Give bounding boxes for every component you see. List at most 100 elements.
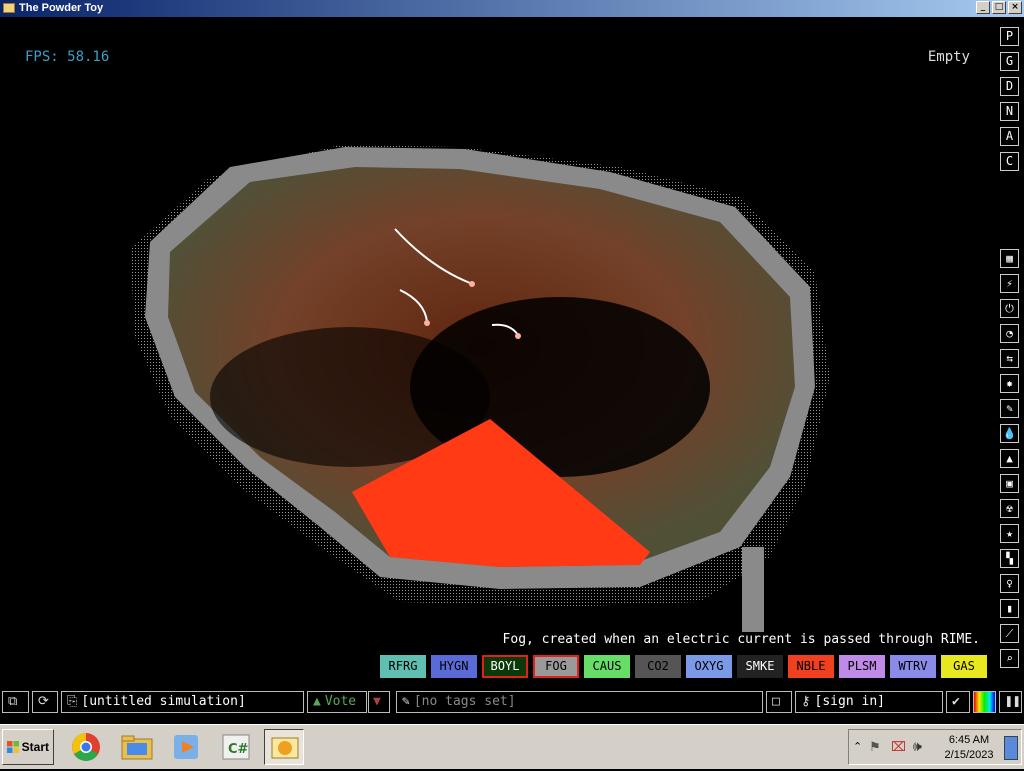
- element-button-oxyg[interactable]: OXYG: [686, 655, 732, 678]
- electronics-icon: ⚡: [1006, 277, 1013, 290]
- media-player-icon[interactable]: [166, 729, 206, 765]
- vote-label: Vote: [324, 694, 357, 709]
- search-category-button[interactable]: ⌕: [1000, 649, 1019, 668]
- element-button-plsm[interactable]: PLSM: [839, 655, 885, 678]
- fps-counter: FPS: 58.16: [25, 49, 110, 65]
- render-mode-button-g[interactable]: G: [1000, 52, 1019, 71]
- minimize-button[interactable]: _: [976, 1, 990, 14]
- element-button-nble[interactable]: NBLE: [788, 655, 834, 678]
- element-button-rfrg[interactable]: RFRG: [380, 655, 426, 678]
- powder-toy-icon[interactable]: [264, 729, 304, 765]
- app-icon: [3, 3, 15, 13]
- reload-button[interactable]: ⟳: [32, 691, 58, 713]
- start-button[interactable]: Start: [2, 729, 54, 765]
- vote-down-button[interactable]: ▼: [368, 691, 390, 713]
- sensors-category-button[interactable]: ◔: [1000, 324, 1019, 343]
- chrome-icon[interactable]: [66, 729, 106, 765]
- svg-text:C#: C#: [228, 742, 249, 757]
- special-category-button[interactable]: ★: [1000, 524, 1019, 543]
- save-icon: ⎘: [67, 694, 78, 709]
- folder-icon[interactable]: [117, 729, 157, 765]
- render-mode-button-c[interactable]: C: [1000, 152, 1019, 171]
- tags-label: [no tags set]: [413, 694, 516, 709]
- powders-icon: ▲: [1006, 452, 1013, 465]
- special-icon: ★: [1006, 527, 1013, 540]
- spark-3: [515, 333, 521, 339]
- simulation-canvas[interactable]: [0, 17, 1024, 722]
- close-button[interactable]: ×: [1008, 1, 1022, 14]
- sign-in-button[interactable]: ⚷ [sign in]: [795, 691, 943, 713]
- element-palette: RFRG HYGN BOYL FOG CAUS CO2 OXYG SMKE NBLE PLSM WT…: [380, 655, 987, 678]
- settings-button[interactable]: ✔: [946, 691, 970, 713]
- thumbs-up-icon: ▲: [313, 694, 321, 709]
- explosives-category-button[interactable]: ✸: [1000, 374, 1019, 393]
- simulation-area[interactable]: FPS: 58.16 Empty PGDNAC ▦ ⚡ ⏻ ◔ ⇆ ✸ ✎ 💧 ▲ ▣ ☢ ★ ▚ ♀ ▮ ⟋…: [0, 17, 1024, 722]
- system-tray: ⌃ ⚑ ⌧ 🕪 6:45 AM 2/15/2023: [848, 729, 1022, 765]
- start-label: Start: [21, 740, 49, 754]
- show-hidden-icons-icon[interactable]: ⌃: [853, 740, 862, 753]
- key-icon: ⚷: [801, 694, 811, 709]
- element-button-boyl[interactable]: BOYL: [482, 655, 528, 678]
- element-button-co2[interactable]: CO2: [635, 655, 681, 678]
- sensors-icon: ◔: [1006, 327, 1013, 340]
- description-text-3: is passed through RIME.: [792, 632, 980, 647]
- new-simulation-button[interactable]: □: [766, 691, 792, 713]
- category-buttons: ▦ ⚡ ⏻ ◔ ⇆ ✸ ✎ 💧 ▲ ▣ ☢ ★ ▚ ♀ ▮ ⟋ ⌕: [1000, 249, 1019, 668]
- favorites-icon: ▮: [1006, 602, 1013, 615]
- vote-up-button[interactable]: ▲ Vote: [307, 691, 367, 713]
- electronics-category-button[interactable]: ⚡: [1000, 274, 1019, 293]
- force-category-button[interactable]: ⇆: [1000, 349, 1019, 368]
- open-save-button[interactable]: ⧉: [2, 691, 29, 713]
- solids-category-button[interactable]: ▣: [1000, 474, 1019, 493]
- element-button-smke[interactable]: SMKE: [737, 655, 783, 678]
- element-button-gas[interactable]: GAS: [941, 655, 987, 678]
- element-button-wtrv[interactable]: WTRV: [890, 655, 936, 678]
- maximize-button[interactable]: □: [992, 1, 1006, 14]
- drain-pipe: [742, 547, 764, 632]
- windows-taskbar: Start C# ⌃ ⚑ ⌧ 🕪 6:45 AM 2/15/2023: [0, 724, 1024, 769]
- save-name-button[interactable]: ⎘ [untitled simulation]: [61, 691, 304, 713]
- bottom-bar: ⧉ ⟳ ⎘ [untitled simulation] ▲ Vote ▼ ✎ [no …: [0, 689, 1024, 715]
- clock-date: 2/15/2023: [944, 749, 994, 761]
- radioactive-category-button[interactable]: ☢: [1000, 499, 1019, 518]
- action-center-icon[interactable]: ⚑: [869, 739, 881, 755]
- walls-category-button[interactable]: ▦: [1000, 249, 1019, 268]
- network-icon[interactable]: ⌧: [891, 739, 906, 755]
- element-button-caus[interactable]: CAUS: [584, 655, 630, 678]
- render-mode-button-p[interactable]: P: [1000, 27, 1019, 46]
- csharp-icon[interactable]: C#: [216, 729, 256, 765]
- render-mode-button-a[interactable]: A: [1000, 127, 1019, 146]
- liquids-icon: 💧: [1002, 427, 1017, 440]
- render-mode-button-n[interactable]: N: [1000, 102, 1019, 121]
- volume-icon[interactable]: 🕪: [913, 738, 922, 755]
- display-mode-button[interactable]: [973, 691, 996, 713]
- show-desktop-icon[interactable]: [1004, 736, 1018, 760]
- gases-icon: ✎: [1006, 402, 1013, 415]
- spark-1: [469, 281, 475, 287]
- gases-category-button[interactable]: ✎: [1000, 399, 1019, 418]
- thumbs-down-icon: ▼: [373, 694, 381, 709]
- description-text-1: Fog, created when an electric: [502, 632, 738, 647]
- save-name: [untitled simulation]: [81, 694, 246, 709]
- element-button-hygn[interactable]: HYGN: [431, 655, 477, 678]
- powered-category-button[interactable]: ⏻: [1000, 299, 1019, 318]
- solids-icon: ▣: [1006, 477, 1013, 490]
- windows-flag-icon: [7, 741, 19, 753]
- clock-time: 6:45 AM: [948, 734, 990, 746]
- element-button-fog[interactable]: FOG: [533, 655, 579, 678]
- favorites-category-button[interactable]: ▮: [1000, 599, 1019, 618]
- life-icon: ▚: [1006, 552, 1013, 565]
- tags-button[interactable]: ✎ [no tags set]: [396, 691, 763, 713]
- render-mode-button-d[interactable]: D: [1000, 77, 1019, 96]
- pause-button[interactable]: ❚❚: [999, 691, 1022, 713]
- window-titlebar: The Powder Toy _ □ ×: [0, 0, 1024, 17]
- decoration-icon: ⟋: [1005, 627, 1014, 640]
- tools-category-button[interactable]: ♀: [1000, 574, 1019, 593]
- life-category-button[interactable]: ▚: [1000, 549, 1019, 568]
- decoration-category-button[interactable]: ⟋: [1000, 624, 1019, 643]
- liquids-category-button[interactable]: 💧: [1000, 424, 1019, 443]
- clock[interactable]: 6:45 AM 2/15/2023: [941, 733, 997, 763]
- checkmark-icon: ✔: [952, 694, 960, 709]
- powders-category-button[interactable]: ▲: [1000, 449, 1019, 468]
- tools-icon: ♀: [1006, 577, 1013, 590]
